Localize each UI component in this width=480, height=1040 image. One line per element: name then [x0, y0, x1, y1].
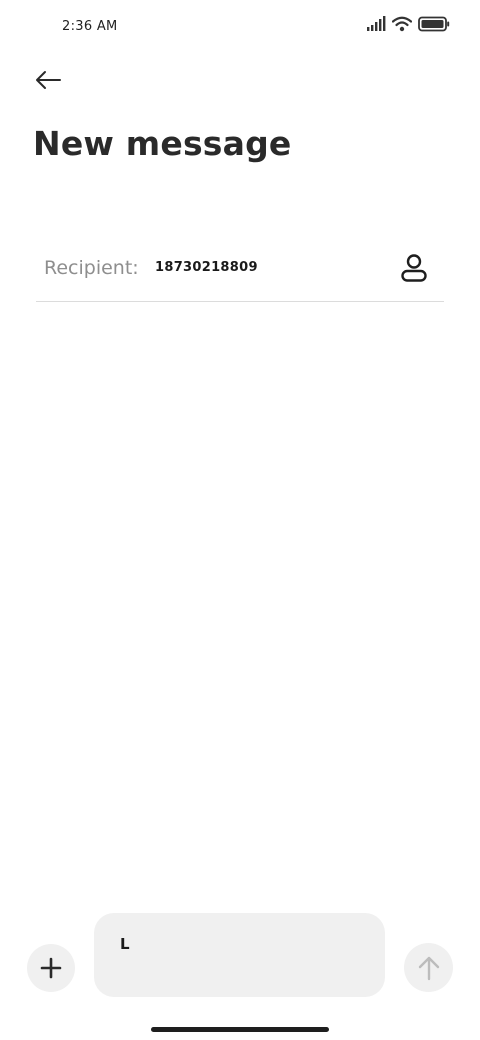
send-button[interactable] — [404, 943, 453, 992]
recipient-label: Recipient: — [44, 257, 139, 279]
back-arrow-icon — [36, 71, 61, 89]
message-text: L — [120, 935, 130, 953]
message-input[interactable]: L — [94, 913, 385, 997]
recipient-row[interactable]: Recipient: 18730218809 — [36, 240, 444, 302]
status-icons — [366, 16, 450, 32]
contact-person-icon — [401, 254, 427, 282]
wifi-icon — [392, 16, 412, 32]
plus-icon — [40, 957, 62, 979]
battery-icon — [418, 16, 450, 32]
status-time: 2:36 AM — [62, 19, 118, 34]
contact-picker-button[interactable] — [398, 252, 430, 284]
signal-icon — [367, 16, 386, 31]
add-attachment-button[interactable] — [27, 944, 75, 992]
status-bar: 2:36 AM — [0, 0, 480, 56]
home-indicator[interactable] — [151, 1027, 329, 1032]
page-title: New message — [33, 124, 292, 163]
back-button[interactable] — [30, 66, 66, 94]
recipient-number[interactable]: 18730218809 — [155, 260, 258, 275]
arrow-up-icon — [418, 956, 439, 980]
